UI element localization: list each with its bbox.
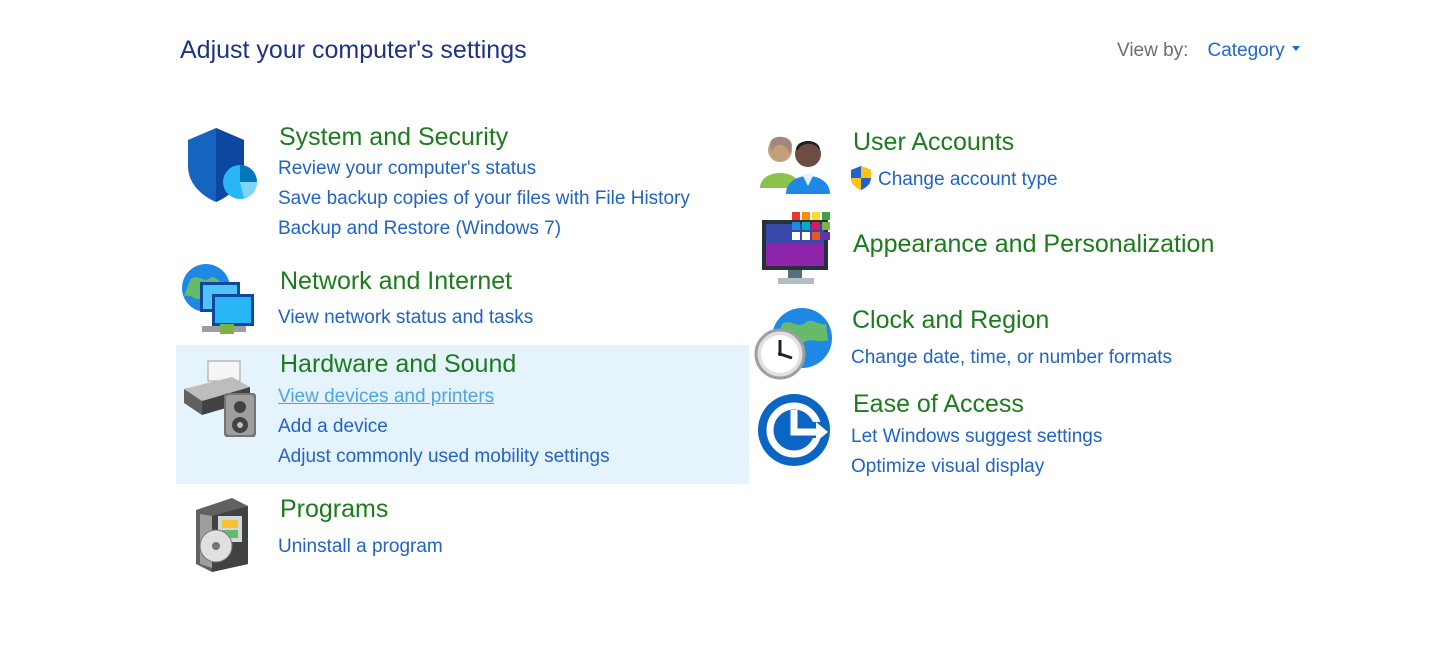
category-clock-region: Clock and Region Change date, time, or n… <box>752 300 1312 380</box>
link-devices-printers[interactable]: View devices and printers <box>278 386 494 408</box>
category-title-appearance[interactable]: Appearance and Personalization <box>853 230 1214 259</box>
link-change-account-type[interactable]: Change account type <box>878 169 1058 191</box>
chevron-down-icon <box>1291 45 1300 51</box>
link-date-time-formats[interactable]: Change date, time, or number formats <box>851 347 1172 369</box>
category-programs: Programs Uninstall a program <box>176 490 749 572</box>
link-mobility-settings[interactable]: Adjust commonly used mobility settings <box>278 446 610 468</box>
category-title-user-accounts[interactable]: User Accounts <box>853 128 1014 157</box>
category-ease-of-access: Ease of Access Let Windows suggest setti… <box>752 384 1312 484</box>
link-add-device[interactable]: Add a device <box>278 416 388 438</box>
category-appearance: Appearance and Personalization <box>752 208 1312 288</box>
ease-of-access-icon <box>758 394 830 466</box>
link-uninstall-program[interactable]: Uninstall a program <box>278 536 443 558</box>
category-system-security: System and Security Review your computer… <box>176 118 749 248</box>
category-hardware-sound[interactable]: Hardware and Sound View devices and prin… <box>176 345 749 484</box>
shield-icon <box>188 128 257 202</box>
category-title-clock-region[interactable]: Clock and Region <box>852 306 1049 335</box>
category-title-system-security[interactable]: System and Security <box>279 123 508 152</box>
page-title: Adjust your computer's settings <box>180 36 527 64</box>
link-suggest-settings[interactable]: Let Windows suggest settings <box>851 426 1102 448</box>
view-by-dropdown[interactable]: Category <box>1207 40 1300 62</box>
users-icon <box>760 136 830 194</box>
category-title-programs[interactable]: Programs <box>280 495 388 524</box>
monitor-palette-icon <box>762 212 830 284</box>
category-title-hardware-sound[interactable]: Hardware and Sound <box>280 350 516 379</box>
category-title-ease-of-access[interactable]: Ease of Access <box>853 390 1024 419</box>
network-globe-icon <box>182 264 254 334</box>
link-file-history[interactable]: Save backup copies of your files with Fi… <box>278 188 690 210</box>
view-by-label: View by: <box>1117 40 1189 61</box>
category-user-accounts: User Accounts Change account type <box>752 122 1312 202</box>
uac-shield-icon <box>851 166 871 190</box>
link-backup-restore[interactable]: Backup and Restore (Windows 7) <box>278 218 561 240</box>
printer-speaker-icon <box>184 360 256 437</box>
view-by-value: Category <box>1207 40 1285 61</box>
link-network-status[interactable]: View network status and tasks <box>278 307 533 329</box>
view-by-control: View by: Category <box>1117 40 1300 62</box>
link-optimize-display[interactable]: Optimize visual display <box>851 456 1044 478</box>
clock-globe-icon <box>754 308 832 380</box>
programs-disc-icon <box>196 498 248 572</box>
category-network-internet: Network and Internet View network status… <box>176 262 749 342</box>
category-title-network-internet[interactable]: Network and Internet <box>280 267 512 296</box>
link-review-status[interactable]: Review your computer's status <box>278 158 536 180</box>
